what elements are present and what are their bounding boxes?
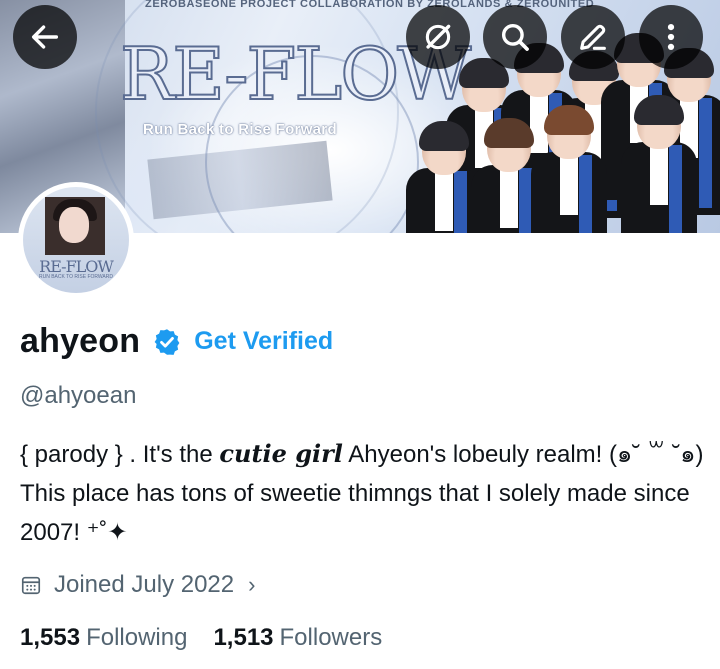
bio-emphasis: cutie girl [219, 439, 343, 468]
following-count: 1,553 [20, 624, 81, 651]
followers-count: 1,513 [213, 624, 274, 651]
following-label: Following [86, 624, 188, 651]
following-link[interactable]: 1,553 Following [20, 624, 187, 652]
profile-bio: { parody } . It's the cutie girl Ahyeon'… [20, 434, 710, 552]
search-button[interactable] [483, 5, 547, 69]
avatar[interactable]: RE-FLOW RUN BACK TO RISE FORWARD [18, 182, 134, 298]
joined-date: Joined July 2022 [54, 571, 235, 598]
verified-badge-icon[interactable] [152, 327, 182, 357]
more-button[interactable] [639, 5, 703, 69]
arrow-left-icon [31, 25, 59, 49]
profile-name-row: ahyeon Get Verified [20, 322, 333, 361]
avatar-image: RE-FLOW RUN BACK TO RISE FORWARD [23, 187, 129, 293]
pencil-icon [580, 24, 606, 50]
followers-link[interactable]: 1,513 Followers [213, 624, 382, 652]
back-button[interactable] [13, 5, 77, 69]
follow-stats: 1,553 Following 1,513 Followers [20, 624, 382, 652]
grok-button[interactable] [406, 5, 470, 69]
banner-subtitle: Run Back to Rise Forward [143, 121, 337, 138]
more-vertical-icon [667, 23, 675, 51]
avatar-logo-subtext: RUN BACK TO RISE FORWARD [39, 274, 113, 280]
calendar-icon [21, 576, 41, 595]
edit-button[interactable] [561, 5, 625, 69]
search-icon [501, 23, 529, 51]
chevron-right-icon: › [248, 572, 256, 597]
get-verified-link[interactable]: Get Verified [194, 327, 333, 356]
joined-date-row[interactable]: Joined July 2022 › [20, 571, 255, 599]
bio-text: { parody } . It's the [20, 441, 220, 468]
grok-slash-icon [425, 24, 451, 50]
display-name: ahyeon [20, 322, 141, 360]
followers-label: Followers [279, 624, 383, 651]
user-handle: @ahyoean [20, 382, 137, 409]
